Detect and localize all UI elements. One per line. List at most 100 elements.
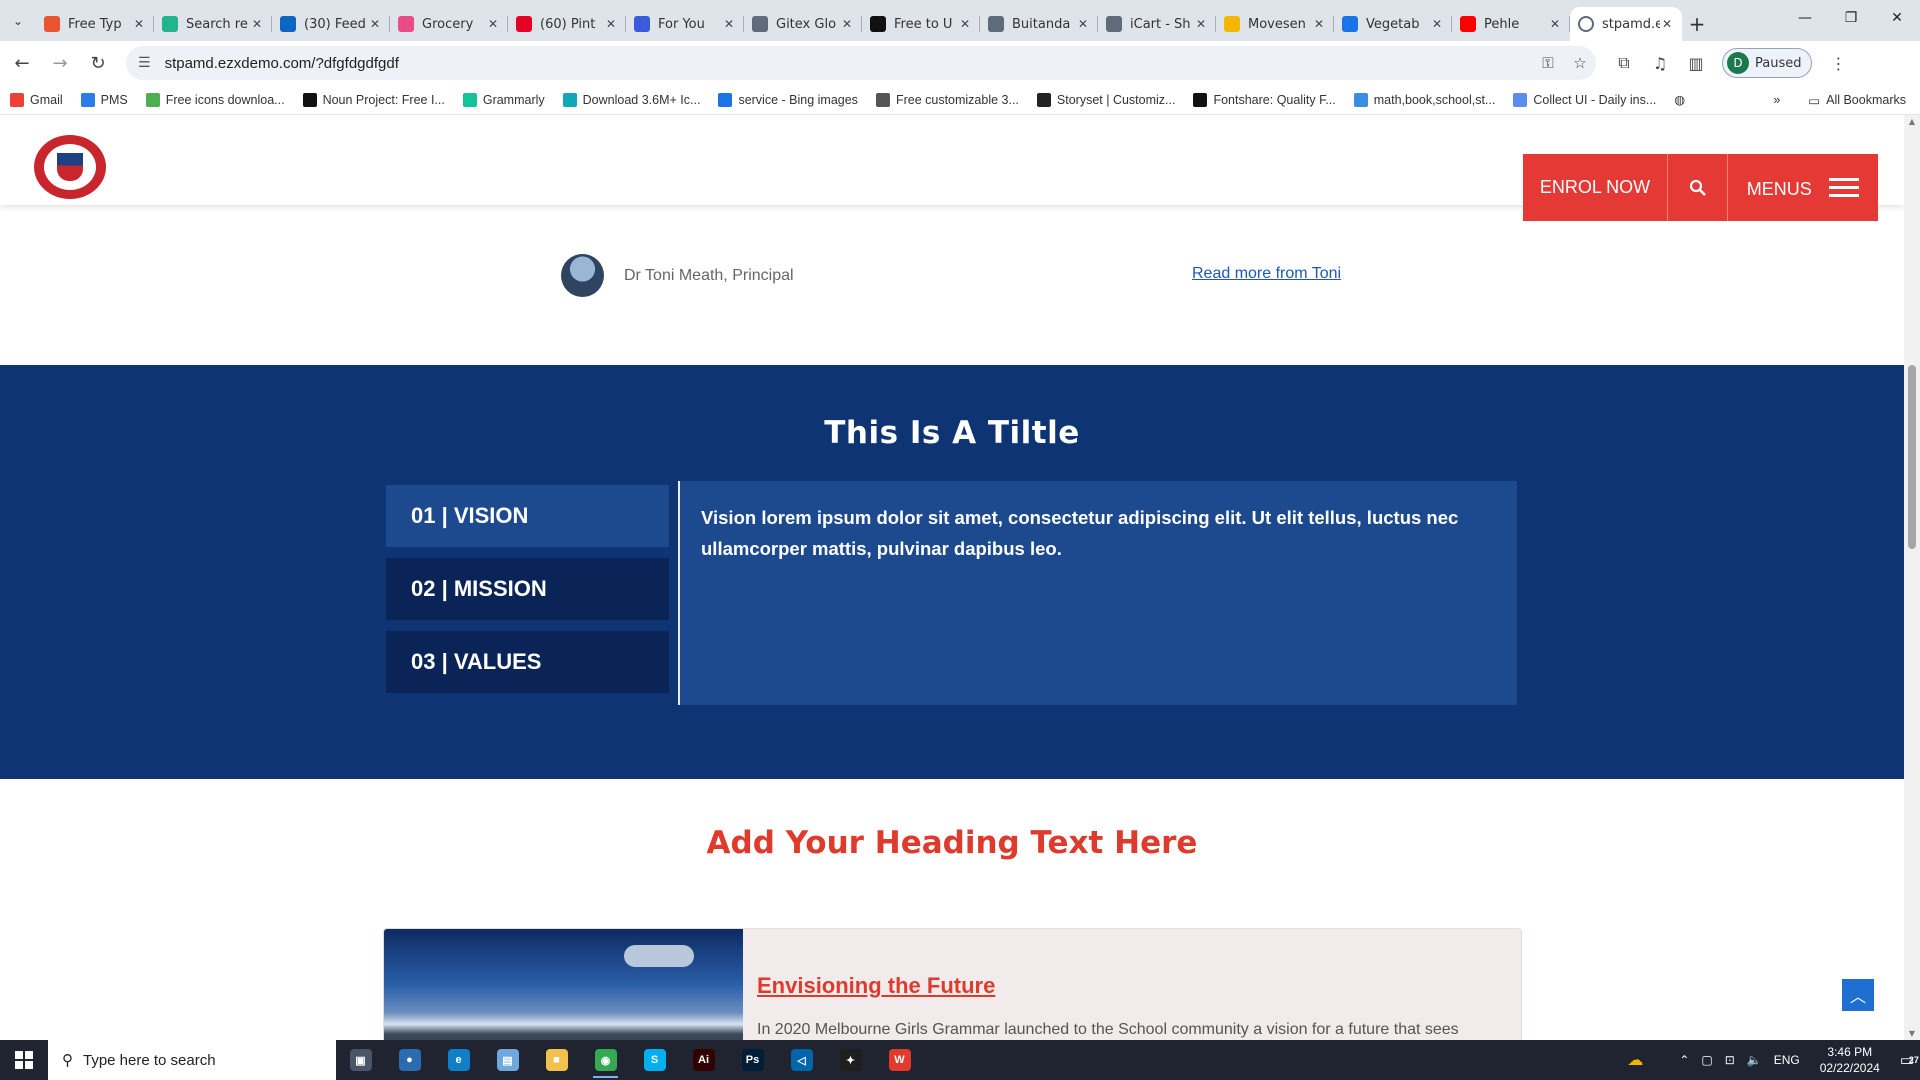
- chevron-double-right-icon[interactable]: »: [1773, 93, 1780, 107]
- close-tab-icon[interactable]: ✕: [250, 17, 264, 31]
- network-icon[interactable]: ⊡: [1725, 1053, 1735, 1067]
- taskbar-app-notepad[interactable]: ▤: [483, 1040, 532, 1080]
- taskbar-app-edge[interactable]: e: [434, 1040, 483, 1080]
- start-button[interactable]: [0, 1040, 48, 1080]
- bookmark-item[interactable]: Fontshare: Quality F...: [1193, 92, 1336, 107]
- restore-icon[interactable]: ❐: [1828, 0, 1874, 36]
- bookmark-item[interactable]: Storyset | Customiz...: [1036, 92, 1175, 107]
- back-icon[interactable]: ←: [6, 47, 38, 79]
- taskbar-app-vscode[interactable]: ◁: [777, 1040, 826, 1080]
- browser-tab[interactable]: (60) Pint ✕: [508, 7, 626, 41]
- taskbar-app-wps[interactable]: W: [875, 1040, 924, 1080]
- clock[interactable]: 3:46 PM 02/22/2024: [1820, 1044, 1880, 1076]
- close-tab-icon[interactable]: ✕: [1194, 17, 1208, 31]
- browser-tab[interactable]: Free to U ✕: [862, 7, 980, 41]
- forward-icon[interactable]: →: [44, 47, 76, 79]
- browser-tab[interactable]: Search re ✕: [154, 7, 272, 41]
- profile-button[interactable]: D Paused: [1722, 48, 1813, 78]
- notifications-icon[interactable]: ▭ 27: [1900, 1051, 1919, 1069]
- school-logo[interactable]: [34, 135, 106, 199]
- browser-tab[interactable]: Pehle ✕: [1452, 7, 1570, 41]
- browser-tab[interactable]: Grocery ✕: [390, 7, 508, 41]
- side-panel-icon[interactable]: ▥: [1678, 54, 1714, 73]
- close-tab-icon[interactable]: ✕: [132, 17, 146, 31]
- weather-icon[interactable]: ☁: [1627, 1050, 1643, 1070]
- meet-now-icon[interactable]: ▢: [1701, 1053, 1712, 1067]
- chevron-up-icon: ︿: [1849, 987, 1866, 1006]
- taskbar-app-illustrator[interactable]: Ai: [679, 1040, 728, 1080]
- taskbar-app-cortana[interactable]: ●: [385, 1040, 434, 1080]
- close-tab-icon[interactable]: ✕: [1076, 17, 1090, 31]
- tab-values[interactable]: 03 | VALUES: [386, 631, 669, 693]
- close-tab-icon[interactable]: ✕: [604, 17, 618, 31]
- principal-byline: Dr Toni Meath, Principal: [561, 254, 794, 297]
- volume-icon[interactable]: 🔈: [1747, 1053, 1762, 1067]
- all-bookmarks-button[interactable]: All Bookmarks: [1826, 93, 1906, 107]
- new-tab-button[interactable]: +: [1682, 7, 1712, 41]
- taskbar-app-figma[interactable]: ✦: [826, 1040, 875, 1080]
- address-bar[interactable]: ☰ stpamd.ezxdemo.com/?dfgfdgdfgdf ⚿ ☆: [126, 46, 1596, 80]
- bookmark-item[interactable]: Grammarly: [462, 92, 545, 107]
- close-tab-icon[interactable]: ✕: [958, 17, 972, 31]
- search-button[interactable]: [1668, 154, 1728, 221]
- reload-icon[interactable]: ↻: [82, 47, 114, 79]
- taskbar-search[interactable]: ⚲ Type here to search: [48, 1040, 336, 1080]
- taskbar-app-task-view[interactable]: ▣: [336, 1040, 385, 1080]
- media-controls-icon[interactable]: ♫: [1642, 54, 1678, 73]
- close-tab-icon[interactable]: ✕: [486, 17, 500, 31]
- read-more-link[interactable]: Read more from Toni: [1192, 265, 1341, 283]
- input-language[interactable]: ENG: [1774, 1053, 1800, 1067]
- card-title-link[interactable]: Envisioning the Future: [757, 973, 995, 999]
- taskbar-app-file-explorer[interactable]: ■: [532, 1040, 581, 1080]
- bookmark-item[interactable]: Free icons downloa...: [145, 92, 285, 107]
- site-info-icon[interactable]: ☰: [138, 55, 151, 71]
- tab-mission[interactable]: 02 | MISSION: [386, 558, 669, 620]
- tab-active[interactable]: stpamd.e ✕: [1570, 7, 1682, 41]
- bookmark-item[interactable]: Noun Project: Free I...: [302, 92, 445, 107]
- bookmark-item[interactable]: Collect UI - Daily ins...: [1513, 92, 1656, 107]
- scroll-to-top-button[interactable]: ︿: [1842, 979, 1874, 1011]
- bookmark-item[interactable]: Download 3.6M+ Ic...: [562, 92, 700, 107]
- close-tab-icon[interactable]: ✕: [840, 17, 854, 31]
- tray-chevron-up-icon[interactable]: ⌃: [1679, 1053, 1689, 1067]
- close-tab-icon[interactable]: ✕: [1312, 17, 1326, 31]
- enrol-now-button[interactable]: ENROL NOW: [1523, 154, 1668, 221]
- browser-tab[interactable]: Buitanda ✕: [980, 7, 1098, 41]
- browser-tab[interactable]: Vegetab ✕: [1334, 7, 1452, 41]
- close-window-icon[interactable]: ✕: [1874, 0, 1920, 36]
- bookmark-star-icon[interactable]: ☆: [1564, 54, 1596, 72]
- close-tab-icon[interactable]: ✕: [1548, 17, 1562, 31]
- close-tab-icon[interactable]: ✕: [1430, 17, 1444, 31]
- bookmark-item[interactable]: Free customizable 3...: [875, 92, 1019, 107]
- tab-search-chevron-icon[interactable]: ⌄: [0, 0, 36, 41]
- browser-tab[interactable]: (30) Feed ✕: [272, 7, 390, 41]
- page-scrollbar[interactable]: ▲ ▼: [1904, 115, 1920, 1040]
- more-menu-icon[interactable]: ⋮: [1820, 54, 1856, 73]
- taskbar-app-chrome[interactable]: ◉: [581, 1040, 630, 1080]
- password-key-icon[interactable]: ⚿: [1532, 54, 1564, 72]
- close-tab-icon[interactable]: ✕: [368, 17, 382, 31]
- taskbar-app-skype[interactable]: S: [630, 1040, 679, 1080]
- menus-button[interactable]: MENUS: [1728, 154, 1878, 221]
- close-tab-icon[interactable]: ✕: [1660, 17, 1674, 31]
- browser-tab[interactable]: iCart - Sh ✕: [1098, 7, 1216, 41]
- tab-strip: Free Typ ✕ Search re ✕ (30) Feed ✕ Grocery ✕ (60…: [36, 7, 1570, 41]
- bookmark-item[interactable]: math,book,school,st...: [1353, 92, 1495, 107]
- close-tab-icon[interactable]: ✕: [722, 17, 736, 31]
- minimize-icon[interactable]: —: [1782, 0, 1828, 36]
- browser-tab[interactable]: Free Typ ✕: [36, 7, 154, 41]
- extensions-icon[interactable]: ⧉: [1606, 53, 1642, 73]
- bookmark-item[interactable]: Gmail: [10, 92, 63, 107]
- scrollbar-thumb[interactable]: [1908, 365, 1916, 549]
- bookmark-globe[interactable]: ◍: [1674, 92, 1685, 107]
- browser-tab[interactable]: Gitex Glo ✕: [744, 7, 862, 41]
- bookmark-item[interactable]: service - Bing images: [718, 92, 858, 107]
- tab-vision[interactable]: 01 | VISION: [386, 485, 669, 547]
- scroll-down-icon[interactable]: ▼: [1907, 1029, 1917, 1038]
- scroll-up-icon[interactable]: ▲: [1907, 117, 1917, 126]
- url-text[interactable]: stpamd.ezxdemo.com/?dfgfdgdfgdf: [165, 55, 1532, 72]
- taskbar-app-photoshop[interactable]: Ps: [728, 1040, 777, 1080]
- browser-tab[interactable]: For You ✕: [626, 7, 744, 41]
- bookmark-item[interactable]: PMS: [80, 92, 128, 107]
- browser-tab[interactable]: Movesen ✕: [1216, 7, 1334, 41]
